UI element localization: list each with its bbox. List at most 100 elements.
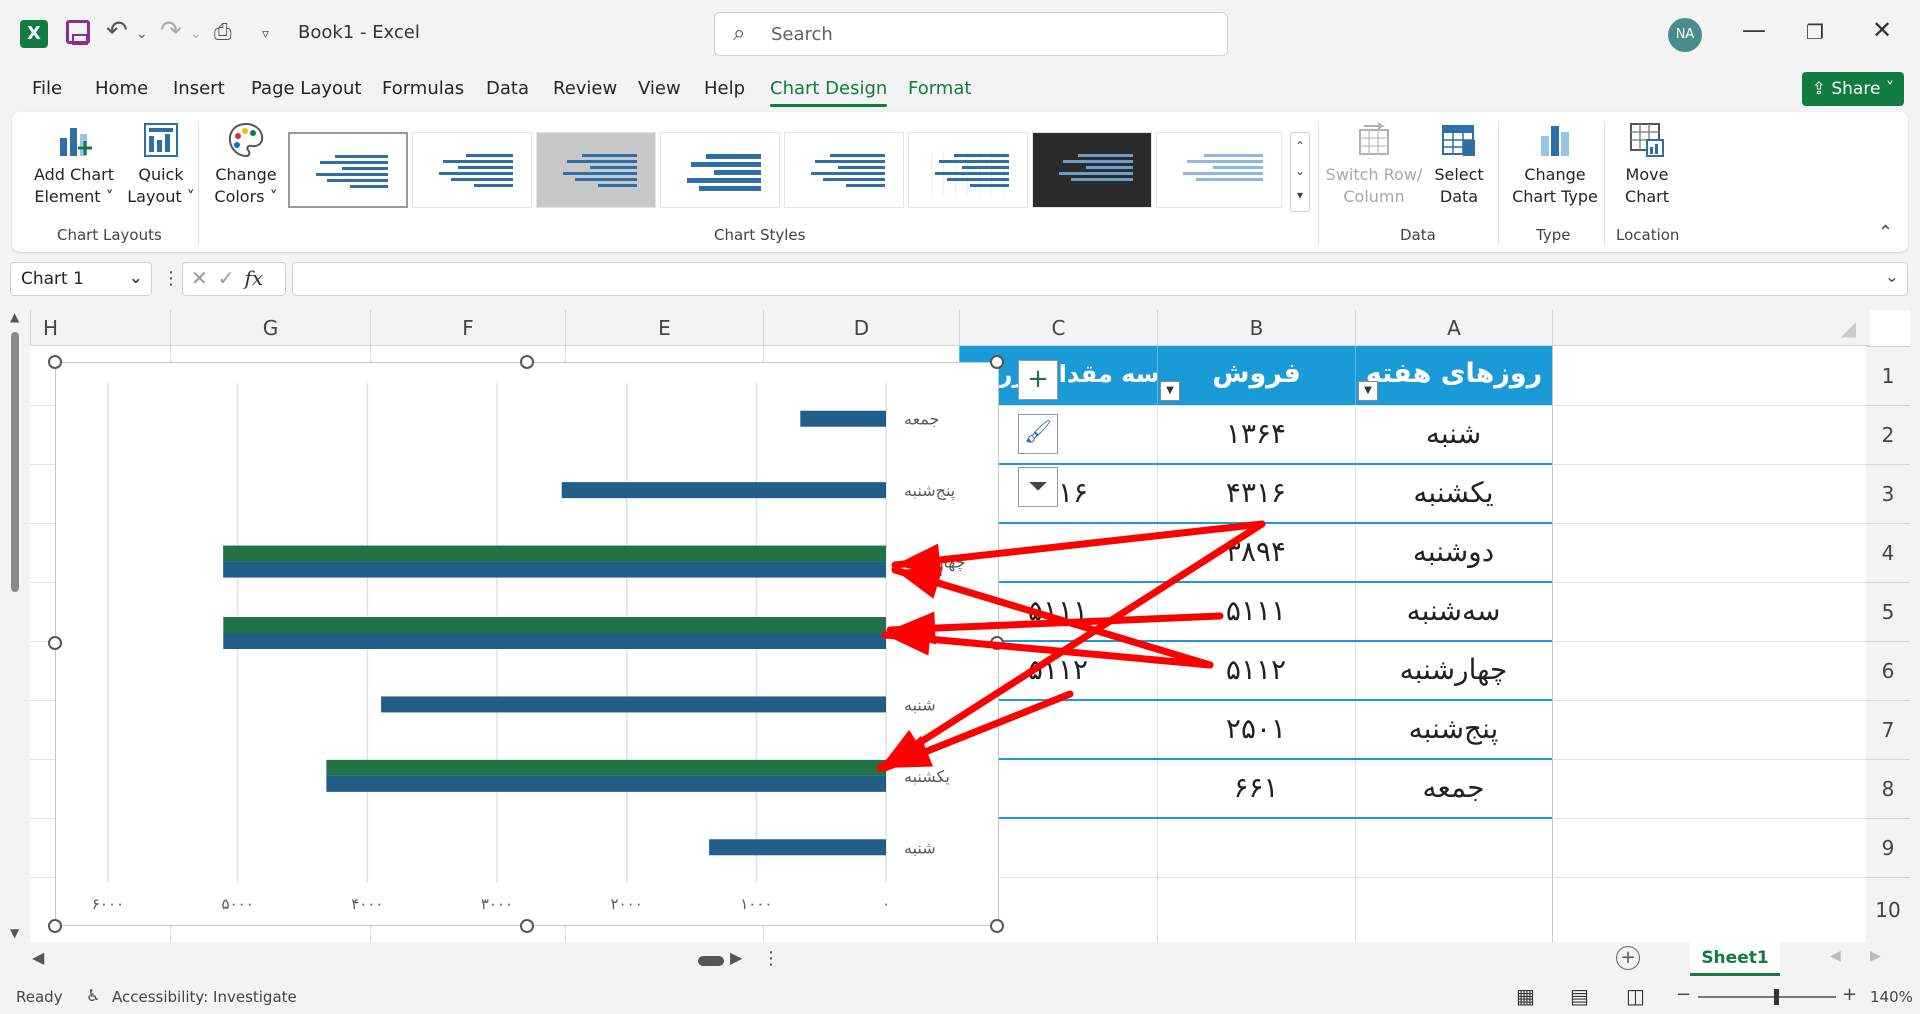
chart-style-thumb-4[interactable] <box>660 132 780 208</box>
resize-handle[interactable] <box>48 636 62 650</box>
quick-layout-button[interactable]: Quick Layout ˅ <box>116 120 206 208</box>
column-header-a[interactable]: A <box>1355 310 1552 346</box>
name-box[interactable]: Chart 1 ⌄ <box>10 262 152 296</box>
row-header[interactable]: 1 <box>1866 346 1910 405</box>
column-header-c[interactable]: C <box>959 310 1157 346</box>
change-chart-type-button[interactable]: Change Chart Type <box>1506 120 1604 208</box>
zoom-slider[interactable] <box>1698 989 1836 1005</box>
resize-handle[interactable] <box>520 919 534 933</box>
undo-dropdown-icon[interactable]: ⌄ <box>136 26 148 42</box>
sheet-tab-sheet1[interactable]: Sheet1 <box>1690 942 1780 976</box>
tab-formulas[interactable]: Formulas <box>382 78 464 99</box>
table-header-sales[interactable]: فروش ▼ <box>1157 346 1355 405</box>
split-handle-icon[interactable]: ⋮ <box>762 948 780 969</box>
row-header[interactable]: 4 <box>1866 523 1910 582</box>
cell-sales[interactable]: ۳۸۹۴ <box>1157 523 1355 582</box>
cell-sales[interactable]: ۵۱۱۱ <box>1157 582 1355 641</box>
zoom-out-icon[interactable]: − <box>1676 984 1691 1005</box>
add-chart-element-button[interactable]: Add Chart Element ˅ <box>26 120 122 208</box>
scroll-left-icon[interactable]: ◀ <box>32 948 44 967</box>
select-data-button[interactable]: Select Data <box>1424 120 1494 208</box>
horizontal-scroll-thumb[interactable] <box>698 956 724 966</box>
normal-view-icon[interactable]: ▦ <box>1516 984 1535 1008</box>
formula-input[interactable]: ⌄ <box>292 262 1908 296</box>
chart-style-thumb-7[interactable] <box>1032 132 1152 208</box>
tab-insert[interactable]: Insert <box>173 78 225 99</box>
scroll-thumb[interactable] <box>11 332 19 592</box>
filter-dropdown-icon[interactable]: ▼ <box>1358 381 1378 401</box>
tab-file[interactable]: File <box>32 78 62 99</box>
column-header-b[interactable]: B <box>1157 310 1355 346</box>
search-box[interactable]: ⌕ Search <box>714 12 1228 56</box>
cell-day[interactable]: پنج‌شنبه <box>1355 700 1552 759</box>
scroll-up-icon[interactable]: ▲ <box>10 310 19 324</box>
cell-day[interactable]: شنبه <box>1355 405 1552 464</box>
table-header-days[interactable]: روزهای هفته ▼ <box>1355 346 1552 405</box>
gallery-scroll[interactable]: ⌃ ⌄ ▾ <box>1290 132 1310 212</box>
gallery-down-icon[interactable]: ⌄ <box>1291 159 1309 183</box>
chart-style-thumb-2[interactable] <box>412 132 532 208</box>
accessibility-status[interactable]: Accessibility: Investigate <box>112 988 297 1006</box>
cell-day[interactable]: دوشنبه <box>1355 523 1552 582</box>
vertical-scrollbar[interactable]: ▲ ▼ <box>8 310 28 942</box>
chart-style-thumb-6[interactable] <box>908 132 1028 208</box>
row-header[interactable]: 2 <box>1866 405 1910 464</box>
filter-dropdown-icon[interactable]: ▼ <box>1160 381 1180 401</box>
sheet-nav-prev-icon[interactable]: ◀ <box>1830 948 1841 964</box>
zoom-level[interactable]: 140% <box>1870 988 1913 1006</box>
cell-day[interactable]: جمعه <box>1355 759 1552 818</box>
more-options-icon[interactable]: ⋮ <box>162 268 180 289</box>
switch-row-column-button[interactable]: Switch Row/ Column <box>1324 120 1424 208</box>
accessibility-icon[interactable]: ♿ <box>86 986 100 1005</box>
collapse-ribbon-icon[interactable]: ⌃ <box>1878 222 1893 243</box>
gallery-more-icon[interactable]: ▾ <box>1291 183 1309 207</box>
chart-style-thumb-1[interactable] <box>288 132 408 208</box>
tab-help[interactable]: Help <box>704 78 745 99</box>
redo-icon[interactable]: ↷ <box>160 16 182 46</box>
chart-filters-funnel-icon[interactable]: ⏷ <box>1018 467 1058 507</box>
restore-icon[interactable]: ❐ <box>1806 20 1824 44</box>
avatar[interactable]: NA <box>1668 18 1702 52</box>
add-sheet-icon[interactable]: + <box>1616 946 1640 970</box>
customize-toolbar-icon[interactable]: ▿ <box>262 26 269 42</box>
resize-handle[interactable] <box>48 355 62 369</box>
cancel-formula-icon[interactable]: ✕ <box>191 266 218 290</box>
tab-view[interactable]: View <box>638 78 681 99</box>
cell-day[interactable]: یکشنبه <box>1355 464 1552 523</box>
tab-review[interactable]: Review <box>553 78 617 99</box>
page-break-view-icon[interactable]: ◫ <box>1626 984 1645 1008</box>
share-button[interactable]: ⇪ Share ˅ <box>1802 72 1904 106</box>
column-header-f[interactable]: F <box>370 310 565 346</box>
cell-sales[interactable]: ۲۵۰۱ <box>1157 700 1355 759</box>
chart-elements-plus-icon[interactable]: + <box>1018 360 1058 400</box>
expand-formula-icon[interactable]: ⌄ <box>1885 267 1899 287</box>
tab-format[interactable]: Format <box>908 78 971 99</box>
redo-dropdown-icon[interactable]: ⌄ <box>190 26 202 42</box>
sheet-nav-next-icon[interactable]: ▶ <box>1870 948 1881 964</box>
page-layout-view-icon[interactable]: ▤ <box>1570 984 1589 1008</box>
cell-sales[interactable]: ۶۶۱ <box>1157 759 1355 818</box>
tab-home[interactable]: Home <box>95 78 148 99</box>
resize-handle[interactable] <box>520 355 534 369</box>
resize-handle[interactable] <box>48 919 62 933</box>
row-header[interactable]: 3 <box>1866 464 1910 523</box>
row-header[interactable]: 8 <box>1866 759 1910 818</box>
column-header-g[interactable]: G <box>170 310 370 346</box>
row-header[interactable]: 5 <box>1866 582 1910 641</box>
chart-style-thumb-5[interactable] <box>784 132 904 208</box>
bar-chart[interactable]: ۰ ۱۰۰۰ ۲۰۰۰ ۳۰۰۰ ۴۰۰۰ ۵۰۰۰ ۶۰۰۰ جمعه پنج‌شنبه چها… <box>55 362 999 926</box>
close-icon[interactable]: ✕ <box>1872 16 1892 44</box>
enter-formula-icon[interactable]: ✓ <box>218 266 245 290</box>
row-header[interactable]: 6 <box>1866 641 1910 700</box>
tab-chart-design[interactable]: Chart Design <box>770 78 888 107</box>
name-box-dropdown-icon[interactable]: ⌄ <box>129 268 143 288</box>
tab-page-layout[interactable]: Page Layout <box>251 78 362 99</box>
cell-sales[interactable]: ۱۳۶۴ <box>1157 405 1355 464</box>
resize-handle[interactable] <box>990 355 1004 369</box>
row-header[interactable]: 10 <box>1866 877 1910 942</box>
column-header-d[interactable]: D <box>763 310 959 346</box>
minimize-icon[interactable]: — <box>1742 16 1766 44</box>
select-all-corner-icon[interactable]: ◢ <box>1552 310 1870 346</box>
cell-day[interactable]: چهارشنبه <box>1355 641 1552 700</box>
scroll-right-icon[interactable]: ▶ <box>730 948 742 967</box>
